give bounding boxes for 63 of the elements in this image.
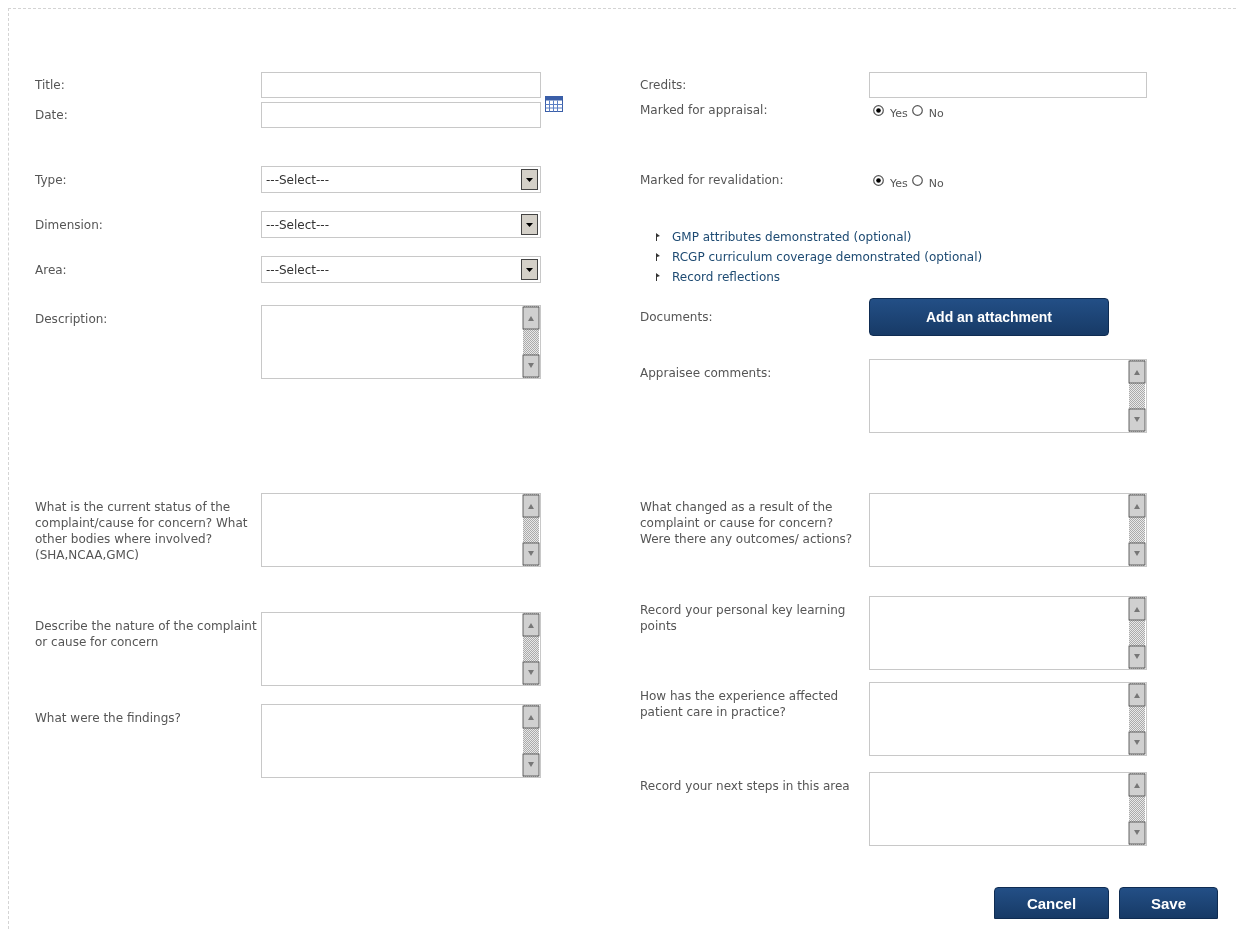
scrollbar-drawing[interactable] xyxy=(1128,773,1146,845)
section-link[interactable]: Record reflections xyxy=(672,270,781,284)
text-field[interactable] xyxy=(261,72,541,98)
field-label: Record your personal key learning points xyxy=(640,602,847,634)
select-field[interactable]: ---Select--- xyxy=(261,166,541,193)
form-button[interactable]: Cancel xyxy=(994,887,1109,919)
text-area[interactable] xyxy=(869,682,1147,756)
field-label: Dimension: xyxy=(35,216,104,233)
form-button[interactable]: Save xyxy=(1119,887,1218,919)
text-area[interactable] xyxy=(869,772,1147,846)
select-field[interactable]: ---Select--- xyxy=(261,256,541,283)
field-label: Credits: xyxy=(640,77,688,93)
radio-label: No xyxy=(928,106,944,120)
field-label: Describe the nature of the complaint or cause for concern xyxy=(35,618,258,650)
radio-label: No xyxy=(928,176,944,190)
field-label: Record your next steps in this area xyxy=(640,778,851,794)
text-area[interactable] xyxy=(869,596,1147,670)
radio-button[interactable] xyxy=(911,104,923,116)
field-label: Description: xyxy=(35,311,109,327)
text-area[interactable] xyxy=(261,612,541,686)
caret-icon xyxy=(521,169,538,190)
field-label: Marked for revalidation: xyxy=(640,172,785,188)
scrollbar-drawing[interactable] xyxy=(522,306,540,378)
scrollbar-drawing[interactable] xyxy=(522,613,540,685)
bullet-icon xyxy=(656,273,660,281)
field-label: Date: xyxy=(35,107,69,123)
scrollbar-drawing[interactable] xyxy=(1128,597,1146,669)
text-field[interactable] xyxy=(869,72,1147,98)
bullet-icon xyxy=(656,233,660,241)
field-label: How has the experience affected patient care in practice? xyxy=(640,688,840,720)
field-label: What changed as a result of the complaint or cause for concern? Were there any outcomes/ actions? xyxy=(640,499,854,547)
bullet-icon xyxy=(656,253,660,261)
radio-button[interactable] xyxy=(873,174,884,186)
text-area[interactable] xyxy=(869,359,1147,433)
radio-button[interactable] xyxy=(873,104,884,116)
field-label: Appraisee comments: xyxy=(640,365,773,381)
radio-label: Yes xyxy=(890,106,908,120)
field-label: What is the current status of the complaint/cause for concern? What other bodies where involved? (SHA,NCAA,GMC) xyxy=(35,499,249,563)
scrollbar-drawing[interactable] xyxy=(522,494,540,566)
field-label: Marked for appraisal: xyxy=(640,102,769,118)
scrollbar-drawing[interactable] xyxy=(1128,494,1146,566)
text-area[interactable] xyxy=(869,493,1147,567)
select-field[interactable]: ---Select--- xyxy=(261,211,541,238)
section-link[interactable]: GMP attributes demonstrated (optional) xyxy=(672,230,912,244)
date-field[interactable] xyxy=(261,102,541,128)
scrollbar-drawing[interactable] xyxy=(1128,683,1146,755)
field-label: Documents: xyxy=(640,309,714,325)
text-area[interactable] xyxy=(261,493,541,567)
scrollbar-drawing[interactable] xyxy=(1128,360,1146,432)
radio-button[interactable] xyxy=(911,174,923,186)
text-area[interactable] xyxy=(261,305,541,379)
add-attachment-button[interactable]: Add an attachment xyxy=(869,298,1109,336)
text-area[interactable] xyxy=(261,704,541,778)
field-label: Title: xyxy=(35,77,66,93)
field-label: Area: xyxy=(35,261,68,278)
field-label: What were the findings? xyxy=(35,710,182,726)
caret-icon xyxy=(521,214,538,235)
section-link[interactable]: RCGP curriculum coverage demonstrated (optional) xyxy=(672,250,983,264)
field-label: Type: xyxy=(35,171,68,188)
caret-icon xyxy=(521,259,538,280)
radio-label: Yes xyxy=(890,176,908,190)
calendar-icon[interactable] xyxy=(545,96,563,112)
scrollbar-drawing[interactable] xyxy=(522,705,540,777)
